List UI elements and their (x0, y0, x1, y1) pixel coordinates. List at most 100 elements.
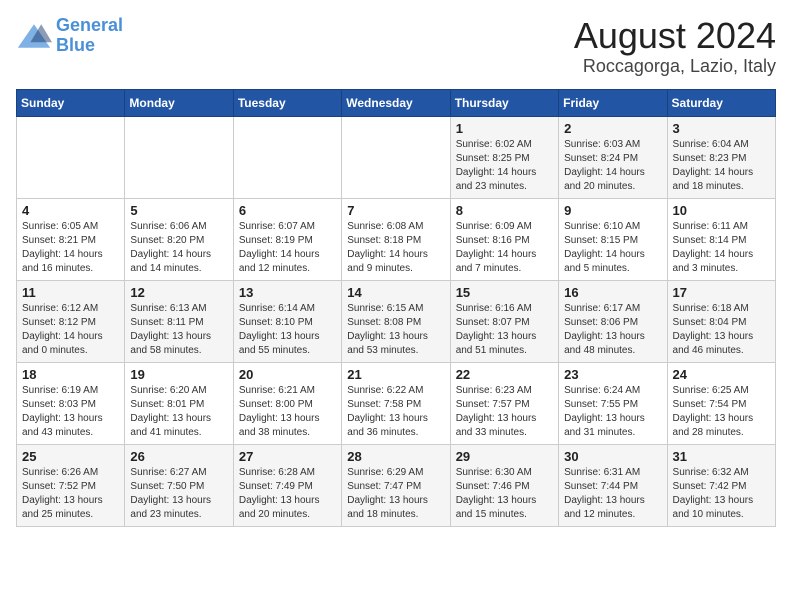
day-detail: Sunrise: 6:20 AMSunset: 8:01 PMDaylight:… (130, 384, 227, 440)
day-detail: Sunrise: 6:21 AMSunset: 8:00 PMDaylight:… (239, 384, 336, 440)
calendar-subtitle: Roccagorga, Lazio, Italy (574, 56, 776, 77)
day-number: 20 (239, 367, 336, 382)
day-number: 5 (130, 203, 227, 218)
calendar-cell: 27 Sunrise: 6:28 AMSunset: 7:49 PMDayligh… (233, 444, 341, 526)
day-number: 23 (564, 367, 661, 382)
calendar-week-1: 1 Sunrise: 6:02 AMSunset: 8:25 PMDaylight… (17, 116, 776, 198)
calendar-cell: 21 Sunrise: 6:22 AMSunset: 7:58 PMDayligh… (342, 362, 450, 444)
calendar-cell: 19Sunrise: 6:20 AMSunset: 8:01 PMDayligh… (125, 362, 233, 444)
day-number: 8 (456, 203, 553, 218)
day-number: 22 (456, 367, 553, 382)
calendar-week-4: 18 Sunrise: 6:19 AMSunset: 8:03 PMDayligh… (17, 362, 776, 444)
day-number: 14 (347, 285, 444, 300)
day-detail: Sunrise: 6:03 AMSunset: 8:24 PMDaylight:… (564, 138, 661, 194)
weekday-header-thursday: Thursday (450, 89, 558, 116)
day-detail: Sunrise: 6:27 AMSunset: 7:50 PMDaylight:… (130, 466, 227, 522)
day-detail: Sunrise: 6:14 AMSunset: 8:10 PMDaylight:… (239, 302, 336, 358)
day-number: 25 (22, 449, 119, 464)
day-number: 29 (456, 449, 553, 464)
weekday-header-friday: Friday (559, 89, 667, 116)
day-number: 18 (22, 367, 119, 382)
weekday-header-monday: Monday (125, 89, 233, 116)
day-detail: Sunrise: 6:09 AMSunset: 8:16 PMDaylight:… (456, 220, 553, 276)
calendar-cell: 10 Sunrise: 6:11 AMSunset: 8:14 PMDayligh… (667, 198, 775, 280)
logo-text-line2: Blue (56, 36, 123, 56)
logo-text-line1: General (56, 16, 123, 36)
calendar-table: SundayMondayTuesdayWednesdayThursdayFrid… (16, 89, 776, 527)
calendar-cell: 23 Sunrise: 6:24 AMSunset: 7:55 PMDayligh… (559, 362, 667, 444)
calendar-week-2: 4 Sunrise: 6:05 AMSunset: 8:21 PMDaylight… (17, 198, 776, 280)
calendar-cell: 13 Sunrise: 6:14 AMSunset: 8:10 PMDayligh… (233, 280, 341, 362)
calendar-cell: 3Sunrise: 6:04 AMSunset: 8:23 PMDaylight… (667, 116, 775, 198)
day-detail: Sunrise: 6:29 AMSunset: 7:47 PMDaylight:… (347, 466, 444, 522)
day-number: 12 (130, 285, 227, 300)
calendar-week-5: 25Sunrise: 6:26 AMSunset: 7:52 PMDayligh… (17, 444, 776, 526)
calendar-cell: 25Sunrise: 6:26 AMSunset: 7:52 PMDayligh… (17, 444, 125, 526)
day-number: 27 (239, 449, 336, 464)
day-detail: Sunrise: 6:30 AMSunset: 7:46 PMDaylight:… (456, 466, 553, 522)
day-detail: Sunrise: 6:28 AMSunset: 7:49 PMDaylight:… (239, 466, 336, 522)
calendar-cell: 7 Sunrise: 6:08 AMSunset: 8:18 PMDaylight… (342, 198, 450, 280)
calendar-cell (17, 116, 125, 198)
day-detail: Sunrise: 6:18 AMSunset: 8:04 PMDaylight:… (673, 302, 770, 358)
day-detail: Sunrise: 6:08 AMSunset: 8:18 PMDaylight:… (347, 220, 444, 276)
day-detail: Sunrise: 6:04 AMSunset: 8:23 PMDaylight:… (673, 138, 770, 194)
day-detail: Sunrise: 6:16 AMSunset: 8:07 PMDaylight:… (456, 302, 553, 358)
day-detail: Sunrise: 6:24 AMSunset: 7:55 PMDaylight:… (564, 384, 661, 440)
day-number: 6 (239, 203, 336, 218)
day-number: 21 (347, 367, 444, 382)
calendar-cell: 5 Sunrise: 6:06 AMSunset: 8:20 PMDaylight… (125, 198, 233, 280)
day-number: 4 (22, 203, 119, 218)
day-number: 13 (239, 285, 336, 300)
day-detail: Sunrise: 6:25 AMSunset: 7:54 PMDaylight:… (673, 384, 770, 440)
weekday-header-sunday: Sunday (17, 89, 125, 116)
day-detail: Sunrise: 6:05 AMSunset: 8:21 PMDaylight:… (22, 220, 119, 276)
calendar-cell: 18 Sunrise: 6:19 AMSunset: 8:03 PMDayligh… (17, 362, 125, 444)
calendar-cell: 2 Sunrise: 6:03 AMSunset: 8:24 PMDaylight… (559, 116, 667, 198)
day-number: 16 (564, 285, 661, 300)
weekday-header-wednesday: Wednesday (342, 89, 450, 116)
day-number: 30 (564, 449, 661, 464)
calendar-cell: 1 Sunrise: 6:02 AMSunset: 8:25 PMDaylight… (450, 116, 558, 198)
day-number: 1 (456, 121, 553, 136)
day-detail: Sunrise: 6:13 AMSunset: 8:11 PMDaylight:… (130, 302, 227, 358)
day-detail: Sunrise: 6:15 AMSunset: 8:08 PMDaylight:… (347, 302, 444, 358)
day-number: 9 (564, 203, 661, 218)
day-detail: Sunrise: 6:02 AMSunset: 8:25 PMDaylight:… (456, 138, 553, 194)
calendar-header: SundayMondayTuesdayWednesdayThursdayFrid… (17, 89, 776, 116)
calendar-cell: 17 Sunrise: 6:18 AMSunset: 8:04 PMDayligh… (667, 280, 775, 362)
logo-icon (16, 22, 52, 50)
day-detail: Sunrise: 6:32 AMSunset: 7:42 PMDaylight:… (673, 466, 770, 522)
day-number: 24 (673, 367, 770, 382)
logo: General Blue (16, 16, 123, 56)
calendar-cell: 15Sunrise: 6:16 AMSunset: 8:07 PMDayligh… (450, 280, 558, 362)
day-detail: Sunrise: 6:11 AMSunset: 8:14 PMDaylight:… (673, 220, 770, 276)
calendar-cell: 28 Sunrise: 6:29 AMSunset: 7:47 PMDayligh… (342, 444, 450, 526)
day-detail: Sunrise: 6:17 AMSunset: 8:06 PMDaylight:… (564, 302, 661, 358)
day-detail: Sunrise: 6:31 AMSunset: 7:44 PMDaylight:… (564, 466, 661, 522)
day-detail: Sunrise: 6:23 AMSunset: 7:57 PMDaylight:… (456, 384, 553, 440)
day-detail: Sunrise: 6:07 AMSunset: 8:19 PMDaylight:… (239, 220, 336, 276)
calendar-cell: 16 Sunrise: 6:17 AMSunset: 8:06 PMDayligh… (559, 280, 667, 362)
calendar-cell: 20 Sunrise: 6:21 AMSunset: 8:00 PMDayligh… (233, 362, 341, 444)
calendar-cell: 31Sunrise: 6:32 AMSunset: 7:42 PMDayligh… (667, 444, 775, 526)
weekday-header-saturday: Saturday (667, 89, 775, 116)
calendar-cell: 14 Sunrise: 6:15 AMSunset: 8:08 PMDayligh… (342, 280, 450, 362)
day-number: 17 (673, 285, 770, 300)
title-block: August 2024 Roccagorga, Lazio, Italy (574, 16, 776, 77)
day-number: 10 (673, 203, 770, 218)
day-number: 7 (347, 203, 444, 218)
day-detail: Sunrise: 6:06 AMSunset: 8:20 PMDaylight:… (130, 220, 227, 276)
calendar-cell: 29 Sunrise: 6:30 AMSunset: 7:46 PMDayligh… (450, 444, 558, 526)
calendar-body: 1 Sunrise: 6:02 AMSunset: 8:25 PMDaylight… (17, 116, 776, 526)
calendar-cell: 8 Sunrise: 6:09 AMSunset: 8:16 PMDaylight… (450, 198, 558, 280)
day-number: 28 (347, 449, 444, 464)
weekday-header-row: SundayMondayTuesdayWednesdayThursdayFrid… (17, 89, 776, 116)
calendar-cell: 26Sunrise: 6:27 AMSunset: 7:50 PMDayligh… (125, 444, 233, 526)
calendar-cell (233, 116, 341, 198)
day-detail: Sunrise: 6:12 AMSunset: 8:12 PMDaylight:… (22, 302, 119, 358)
day-detail: Sunrise: 6:22 AMSunset: 7:58 PMDaylight:… (347, 384, 444, 440)
day-detail: Sunrise: 6:19 AMSunset: 8:03 PMDaylight:… (22, 384, 119, 440)
day-number: 2 (564, 121, 661, 136)
weekday-header-tuesday: Tuesday (233, 89, 341, 116)
